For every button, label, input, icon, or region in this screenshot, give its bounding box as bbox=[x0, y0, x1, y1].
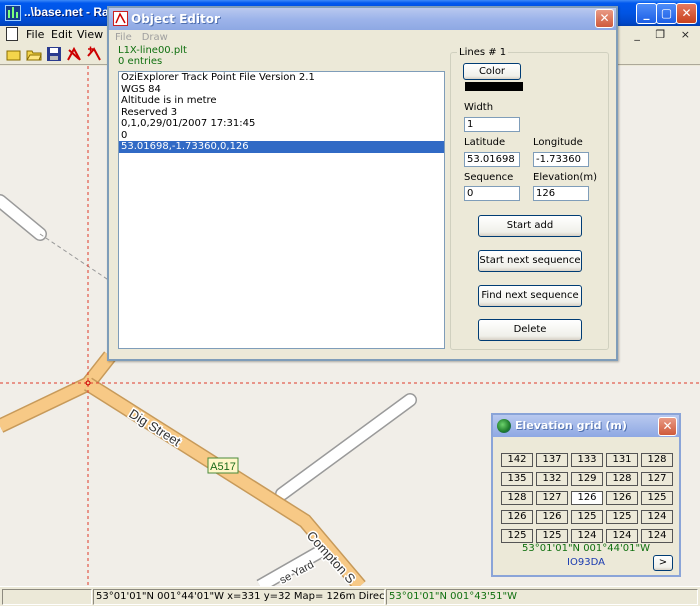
globe-icon bbox=[497, 419, 511, 433]
elevation-cell: 124 bbox=[606, 529, 638, 543]
listbox-line[interactable]: 0 bbox=[119, 130, 444, 142]
delete-button[interactable]: Delete bbox=[478, 319, 582, 341]
sequence-label: Sequence bbox=[464, 172, 514, 183]
elevation-cell: 129 bbox=[571, 472, 603, 486]
elevation-cell: 133 bbox=[571, 453, 603, 467]
listbox-line[interactable]: 53.01698,-1.73360,0,126 bbox=[119, 141, 444, 153]
elevation-cell: 142 bbox=[501, 453, 533, 467]
editor-menu-draw[interactable]: Draw bbox=[142, 32, 168, 43]
elevation-cell: 128 bbox=[641, 453, 673, 467]
latitude-field[interactable]: 53.01698 bbox=[464, 152, 520, 167]
statusbar: 53°01'01"N 001°44'01"W x=331 y=32 Map= 1… bbox=[0, 586, 700, 606]
listbox-line[interactable]: 0,1,0,29/01/2007 17:31:45 bbox=[119, 118, 444, 130]
object-editor-titlebar[interactable]: Object Editor ✕ bbox=[109, 8, 616, 30]
elevation-cell: 124 bbox=[571, 529, 603, 543]
road-badge-a517: A517 bbox=[210, 461, 236, 473]
elevation-next-button[interactable]: > bbox=[653, 555, 673, 571]
elevation-cell: 131 bbox=[606, 453, 638, 467]
add-point-icon[interactable] bbox=[86, 46, 102, 62]
elevation-cell: 132 bbox=[536, 472, 568, 486]
menu-view[interactable]: View bbox=[77, 28, 103, 41]
longitude-label: Longitude bbox=[533, 137, 583, 148]
color-button[interactable]: Color bbox=[463, 63, 521, 80]
entry-count: 0 entries bbox=[118, 56, 163, 67]
status-blank bbox=[2, 589, 92, 605]
editor-close-button[interactable]: ✕ bbox=[595, 9, 614, 28]
elevation-cell: 127 bbox=[536, 491, 568, 505]
status-secondary-coords: 53°01'01"N 001°43'51"W bbox=[386, 589, 698, 605]
width-field[interactable]: 1 bbox=[464, 117, 520, 132]
listbox-line[interactable]: Altitude is in metre bbox=[119, 95, 444, 107]
elevation-grid-titlebar[interactable]: Elevation grid (m) ✕ bbox=[493, 415, 679, 437]
elevation-cell: 127 bbox=[641, 472, 673, 486]
minimize-button[interactable]: _ bbox=[636, 3, 657, 24]
editor-menu-file[interactable]: File bbox=[115, 32, 132, 43]
main-window-title: ..\base.net - Ra bbox=[24, 5, 109, 19]
start-next-sequence-button[interactable]: Start next sequence bbox=[478, 250, 582, 272]
status-coordinates: 53°01'01"N 001°44'01"W x=331 y=32 Map= 1… bbox=[93, 589, 385, 605]
elevation-label: Elevation(m) bbox=[533, 172, 597, 183]
elevation-cell: 125 bbox=[536, 529, 568, 543]
elevation-cell: 125 bbox=[641, 491, 673, 505]
elevation-cell: 126 bbox=[571, 491, 603, 505]
elevation-cell: 126 bbox=[501, 510, 533, 524]
width-label: Width bbox=[464, 102, 494, 113]
file-info: L1X-line00.plt 0 entries bbox=[118, 45, 187, 67]
elevation-cell: 125 bbox=[571, 510, 603, 524]
file-name: L1X-line00.plt bbox=[118, 45, 187, 56]
elevation-cell: 126 bbox=[536, 510, 568, 524]
track-tool-icon[interactable] bbox=[66, 46, 82, 62]
save-icon[interactable] bbox=[46, 46, 62, 62]
open-folder-icon[interactable] bbox=[26, 46, 42, 62]
lines-groupbox: Lines # 1 Color Width 1 Latitude 53.0169… bbox=[450, 47, 609, 350]
find-next-sequence-button[interactable]: Find next sequence bbox=[478, 285, 582, 307]
elevation-grid-window: Elevation grid (m) ✕ 142 137 133 131 128 135 1… bbox=[491, 413, 681, 577]
elevation-grid-title: Elevation grid (m) bbox=[515, 419, 627, 432]
app-icon bbox=[5, 5, 21, 21]
close-button[interactable]: ✕ bbox=[676, 3, 697, 24]
menu-edit[interactable]: Edit bbox=[51, 28, 72, 41]
longitude-field[interactable]: -1.73360 bbox=[533, 152, 589, 167]
elevation-cell: 124 bbox=[641, 529, 673, 543]
listbox-line[interactable]: Reserved 3 bbox=[119, 107, 444, 119]
mdi-controls[interactable]: _ ❐ × bbox=[634, 28, 696, 41]
listbox-line[interactable]: WGS 84 bbox=[119, 84, 444, 96]
object-editor-window: Object Editor ✕ File Draw L1X-line00.plt … bbox=[107, 6, 618, 361]
document-icon[interactable] bbox=[6, 27, 18, 41]
lines-group-label: Lines # 1 bbox=[457, 47, 509, 58]
elevation-cell: 125 bbox=[501, 529, 533, 543]
menu-file[interactable]: File bbox=[26, 28, 44, 41]
latitude-label: Latitude bbox=[464, 137, 506, 148]
elevation-cell: 126 bbox=[606, 491, 638, 505]
new-file-icon[interactable] bbox=[6, 46, 22, 62]
elevation-cell: 128 bbox=[501, 491, 533, 505]
grid-locator: IO93DA bbox=[567, 557, 605, 568]
object-editor-title: Object Editor bbox=[131, 12, 220, 26]
maximize-button[interactable]: ▢ bbox=[656, 3, 677, 24]
track-file-listbox[interactable]: OziExplorer Track Point File Version 2.1… bbox=[118, 71, 445, 349]
elevation-cell: 128 bbox=[606, 472, 638, 486]
elevation-field[interactable]: 126 bbox=[533, 186, 589, 201]
elevation-cell: 124 bbox=[641, 510, 673, 524]
color-swatch bbox=[465, 82, 523, 91]
editor-menubar: File Draw bbox=[115, 32, 178, 43]
editor-app-icon bbox=[113, 11, 128, 26]
elevation-cell: 137 bbox=[536, 453, 568, 467]
elevation-cell: 135 bbox=[501, 472, 533, 486]
start-add-button[interactable]: Start add bbox=[478, 215, 582, 237]
road-label-dig-street: Dig Street bbox=[126, 406, 183, 450]
elevation-close-button[interactable]: ✕ bbox=[658, 417, 677, 436]
elevation-coordinates: 53°01'01"N 001°44'01"W bbox=[522, 543, 650, 554]
listbox-line[interactable]: OziExplorer Track Point File Version 2.1 bbox=[119, 72, 444, 84]
sequence-field[interactable]: 0 bbox=[464, 186, 520, 201]
elevation-cell: 125 bbox=[606, 510, 638, 524]
